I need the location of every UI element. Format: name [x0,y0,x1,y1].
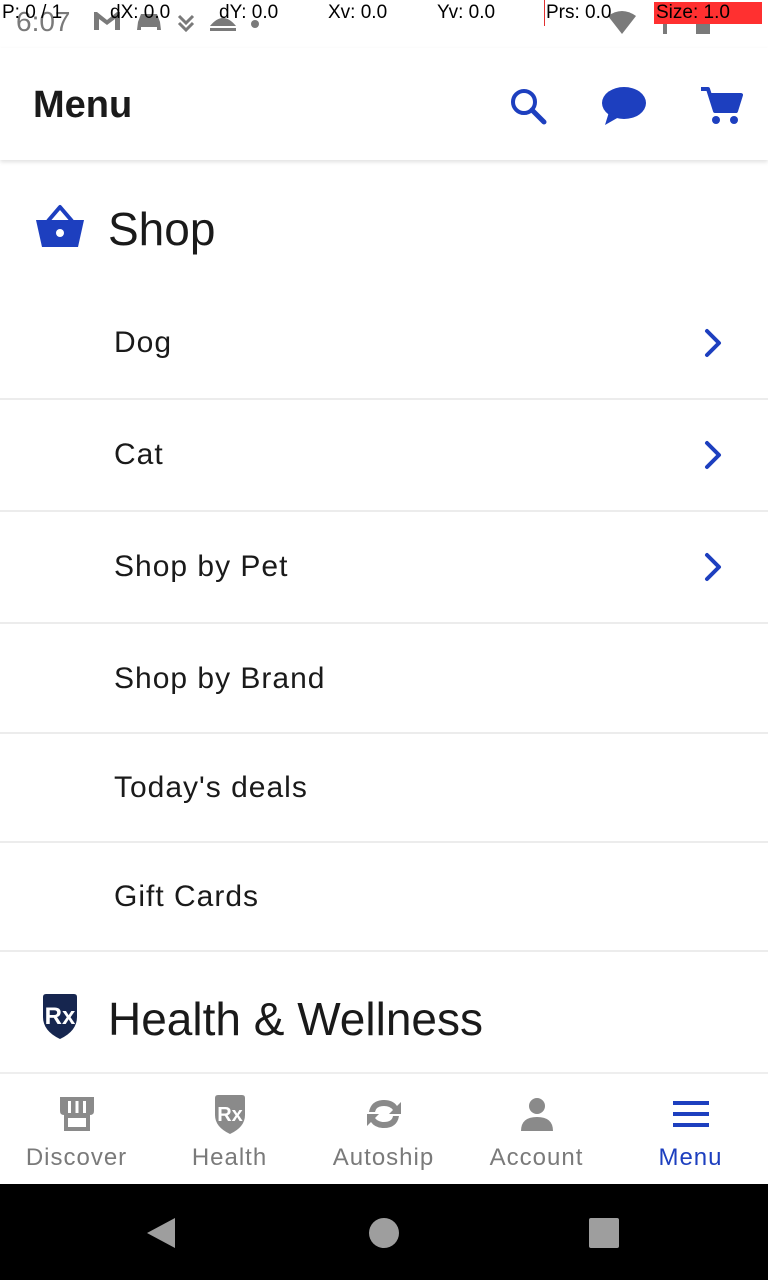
hamburger-icon [669,1092,713,1136]
rx-shield-icon: Rx [208,1092,252,1136]
system-nav-bar [0,1184,768,1280]
menu-item-label: Shop by Brand [114,662,326,695]
nav-item-autoship[interactable]: Autoship [307,1074,460,1186]
storefront-icon [55,1092,99,1136]
chat-icon[interactable] [600,82,648,130]
menu-item-label: Dog [114,326,173,359]
recents-icon[interactable] [587,1216,621,1250]
nav-label: Menu [658,1144,723,1171]
chevron-right-icon [705,441,721,469]
chevron-right-icon [705,553,721,581]
nav-label: Health [191,1144,268,1171]
nav-item-account[interactable]: Account [460,1074,613,1186]
svg-text:Rx: Rx [45,1003,76,1030]
menu-item-cat[interactable]: Cat [0,400,768,512]
menu-item-label: Shop by Pet [114,550,289,583]
nav-item-menu[interactable]: Menu [614,1074,767,1186]
menu-content[interactable]: Shop Dog Cat Shop by Pet Shop by Brand T… [0,160,768,1072]
section-title: Health & Wellness [108,993,483,1045]
svg-text:Rx: Rx [217,1104,243,1126]
debug-size: Size: 1.0 [654,2,762,24]
rx-shield-icon: Rx [34,990,86,1042]
debug-dx: dX: 0.0 [110,2,171,23]
page-title: Menu [33,84,133,126]
menu-item-label: Cat [114,438,164,471]
nav-item-health[interactable]: Rx Health [153,1074,306,1186]
back-icon[interactable] [144,1216,178,1250]
menu-item-shop-by-brand[interactable]: Shop by Brand [0,624,768,734]
autoship-icon [362,1092,406,1136]
wifi-icon [608,11,636,34]
section-header-shop: Shop [0,166,768,286]
debug-prs: Prs: 0.0 [546,2,612,23]
menu-item-dog[interactable]: Dog [0,286,768,400]
debug-pointer: P: 0 / 1 [2,2,63,23]
status-bar: 6:07 P: 0 / 1 dX: 0.0 dY: 0.0 Xv: 0.0 Yv… [0,0,768,48]
debug-dy: dY: 0.0 [219,2,279,23]
debug-yv: Yv: 0.0 [437,2,496,23]
person-icon [515,1092,559,1136]
cart-icon[interactable] [697,82,745,130]
nav-label: Account [489,1144,584,1171]
section-title: Shop [108,203,216,255]
chevron-right-icon [705,329,721,357]
section-header-health-wellness[interactable]: Rx Health & Wellness [0,954,768,1072]
search-icon[interactable] [504,82,552,130]
debug-xv: Xv: 0.0 [328,2,388,23]
nav-label: Discover [25,1144,128,1171]
menu-item-gift-cards[interactable]: Gift Cards [0,843,768,952]
menu-item-label: Gift Cards [114,880,260,913]
menu-item-todays-deals[interactable]: Today's deals [0,734,768,843]
home-icon[interactable] [367,1216,401,1250]
bottom-nav: Discover Rx Health Autoship Account Menu [0,1072,768,1184]
menu-item-label: Today's deals [114,771,308,804]
nav-label: Autoship [332,1144,435,1171]
app-bar: Menu [0,48,768,160]
menu-item-shop-by-pet[interactable]: Shop by Pet [0,512,768,624]
nav-item-discover[interactable]: Discover [0,1074,153,1186]
download-icon [177,14,195,32]
basket-icon [34,200,86,252]
debug-divider [544,0,545,26]
